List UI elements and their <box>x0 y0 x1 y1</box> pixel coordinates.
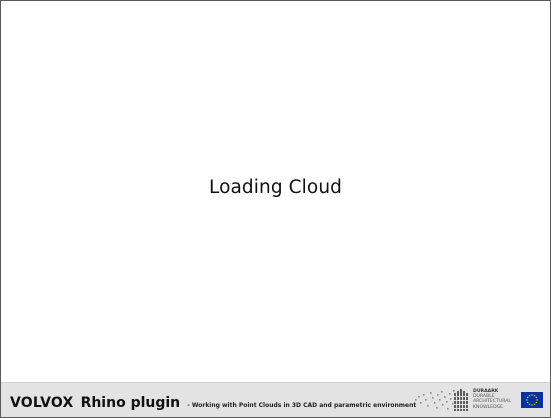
eu-flag-icon <box>521 392 543 408</box>
footer-bar: VOLVOX Rhino plugin - Working with Point… <box>1 382 550 417</box>
duraark-logo-text: DURAARK DURABLE ARCHITECTURAL KNOWLEDGE <box>473 389 511 410</box>
product-name: Rhino plugin <box>80 395 181 411</box>
duraark-logo-graphic <box>415 389 468 411</box>
footer-title: VOLVOX Rhino plugin - Working with Point… <box>10 392 416 411</box>
brand-name: VOLVOX <box>10 395 74 411</box>
footer-subtitle: - Working with Point Clouds in 3D CAD an… <box>187 402 417 409</box>
slide-canvas: Loading Cloud VOLVOX Rhino plugin - Work… <box>0 0 551 418</box>
loading-status-text: Loading Cloud <box>208 177 342 198</box>
